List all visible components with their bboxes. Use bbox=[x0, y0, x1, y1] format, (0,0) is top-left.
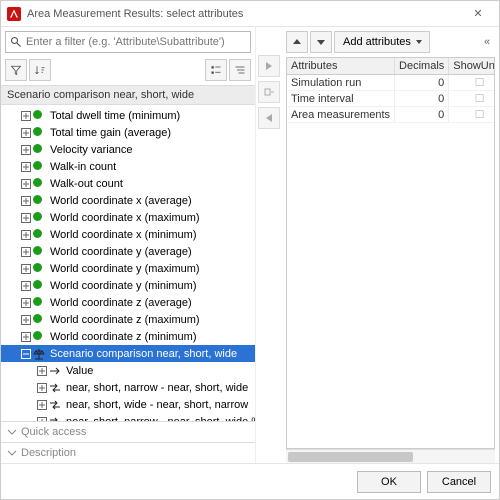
tree-node-label: World coordinate x (average) bbox=[48, 195, 194, 207]
cancel-button[interactable]: Cancel bbox=[427, 471, 491, 493]
tree-node-label: World coordinate x (maximum) bbox=[48, 212, 202, 224]
tree-node[interactable]: near, short, wide - near, short, narrow bbox=[1, 396, 255, 413]
tree-node-label: World coordinate z (average) bbox=[48, 297, 194, 309]
group-header: Scenario comparison near, short, wide bbox=[1, 85, 255, 105]
move-right-button[interactable] bbox=[258, 55, 280, 77]
tree-node[interactable]: World coordinate y (maximum) bbox=[1, 260, 255, 277]
tree-node[interactable]: World coordinate y (minimum) bbox=[1, 277, 255, 294]
tree-node[interactable]: World coordinate z (average) bbox=[1, 294, 255, 311]
move-down-button[interactable] bbox=[310, 31, 332, 53]
table-row[interactable]: Time interval0☐LeftD bbox=[287, 91, 495, 107]
chevron-down-icon bbox=[7, 427, 17, 437]
sort-button[interactable] bbox=[29, 59, 51, 81]
selected-attributes-table[interactable]: AttributesDecimalsShowUnitsAlignmentFoSi… bbox=[286, 57, 495, 449]
collapse-panel-icon[interactable]: « bbox=[479, 36, 495, 48]
window-title: Area Measurement Results: select attribu… bbox=[27, 8, 463, 20]
tree-node-label: Value bbox=[64, 365, 95, 377]
tree-node[interactable]: World coordinate z (minimum) bbox=[1, 328, 255, 345]
search-icon bbox=[10, 36, 22, 48]
tree-node[interactable]: World coordinate z (maximum) bbox=[1, 311, 255, 328]
move-up-button[interactable] bbox=[286, 31, 308, 53]
tree-node[interactable]: near, short, narrow - near, short, wide bbox=[1, 379, 255, 396]
filter-input-wrap[interactable] bbox=[5, 31, 251, 53]
tree-node[interactable]: World coordinate x (average) bbox=[1, 192, 255, 209]
tree-node-label: near, short, narrow - near, short, wide bbox=[64, 382, 250, 394]
tree-node[interactable]: Velocity variance bbox=[1, 141, 255, 158]
chevron-down-icon bbox=[7, 448, 17, 458]
column-header[interactable]: Attributes bbox=[287, 58, 395, 75]
move-selected-button[interactable] bbox=[258, 81, 280, 103]
tree-node[interactable]: Value bbox=[1, 362, 255, 379]
add-attributes-button[interactable]: Add attributes bbox=[334, 31, 430, 53]
tree-node-label: near, short, wide - near, short, narrow bbox=[64, 399, 250, 411]
tree-node-label: Walk-in count bbox=[48, 161, 118, 173]
tree-node-label: Total time gain (average) bbox=[48, 127, 173, 139]
table-row[interactable]: Simulation run0☐LeftD bbox=[287, 75, 495, 91]
move-left-button[interactable] bbox=[258, 107, 280, 129]
horizontal-scrollbar[interactable] bbox=[286, 449, 495, 463]
tree-node[interactable]: Total time gain (average) bbox=[1, 124, 255, 141]
table-row[interactable]: Area measurements0☐LeftD bbox=[287, 107, 495, 123]
tree-node-label: World coordinate z (maximum) bbox=[48, 314, 202, 326]
description-label: Description bbox=[21, 447, 76, 459]
description-section[interactable]: Description bbox=[1, 442, 255, 463]
tree-node-label: Total dwell time (minimum) bbox=[48, 110, 182, 122]
tree-node-label: World coordinate y (maximum) bbox=[48, 263, 202, 275]
tree-node[interactable]: near, short, narrow - near, short, wide … bbox=[1, 413, 255, 421]
column-header[interactable]: ShowUnits bbox=[449, 58, 495, 75]
column-header[interactable]: Decimals bbox=[395, 58, 449, 75]
tree-node-label: Scenario comparison near, short, wide bbox=[48, 348, 239, 360]
tree-node[interactable]: Walk-in count bbox=[1, 158, 255, 175]
attribute-tree[interactable]: Total dwell time (minimum) Total time gai… bbox=[1, 105, 255, 421]
tree-node-label: Walk-out count bbox=[48, 178, 125, 190]
close-icon[interactable]: ✕ bbox=[463, 7, 493, 20]
quick-access-section[interactable]: Quick access bbox=[1, 421, 255, 442]
tree-node[interactable]: World coordinate x (maximum) bbox=[1, 209, 255, 226]
app-logo bbox=[7, 7, 21, 21]
tree-node-label: World coordinate x (minimum) bbox=[48, 229, 199, 241]
tree-node[interactable]: World coordinate x (minimum) bbox=[1, 226, 255, 243]
ok-button[interactable]: OK bbox=[357, 471, 421, 493]
tree-node[interactable]: Scenario comparison near, short, wide bbox=[1, 345, 255, 362]
tree-node-label: World coordinate y (minimum) bbox=[48, 280, 199, 292]
filter-input[interactable] bbox=[26, 36, 246, 48]
tree-node-label: World coordinate z (minimum) bbox=[48, 331, 199, 343]
view-tree-button[interactable] bbox=[229, 59, 251, 81]
add-attributes-label: Add attributes bbox=[343, 36, 411, 48]
tree-node[interactable]: World coordinate y (average) bbox=[1, 243, 255, 260]
tree-node-label: World coordinate y (average) bbox=[48, 246, 194, 258]
tree-node-label: Velocity variance bbox=[48, 144, 135, 156]
quick-access-label: Quick access bbox=[21, 426, 86, 438]
view-list-button[interactable] bbox=[205, 59, 227, 81]
tree-node[interactable]: Walk-out count bbox=[1, 175, 255, 192]
tree-node[interactable]: Total dwell time (minimum) bbox=[1, 107, 255, 124]
filter-toggle-button[interactable] bbox=[5, 59, 27, 81]
caret-down-icon bbox=[415, 38, 423, 46]
